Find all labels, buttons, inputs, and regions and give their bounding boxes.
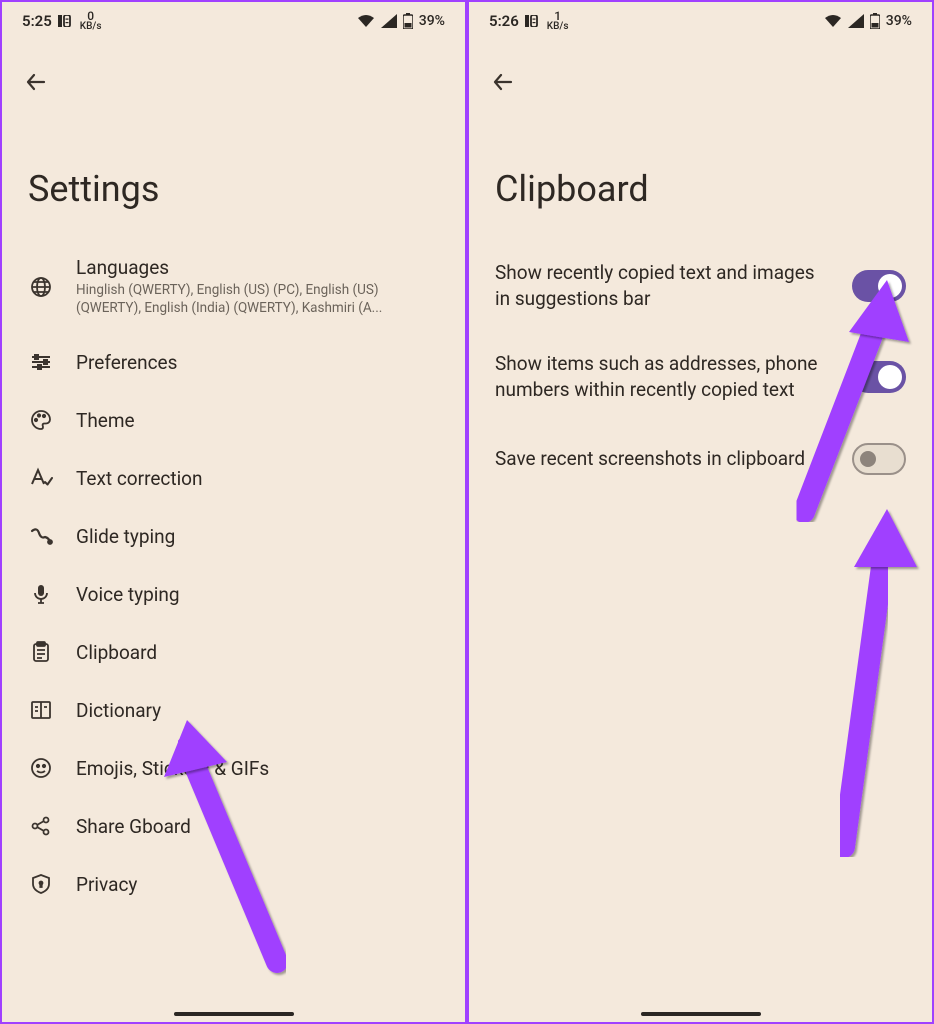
settings-item-share-gboard[interactable]: Share Gboard — [10, 797, 457, 855]
page-title: Settings — [2, 108, 465, 240]
battery-percent: 39% — [419, 13, 445, 29]
carrier-icon — [525, 15, 541, 27]
page-title: Clipboard — [469, 108, 932, 240]
settings-item-label: Preferences — [76, 351, 439, 374]
settings-item-label: Dictionary — [76, 699, 439, 722]
nav-handle[interactable] — [641, 1012, 761, 1016]
dictionary-icon — [28, 697, 54, 723]
option-label: Show recently copied text and images in … — [495, 260, 834, 311]
settings-item-label: Languages — [76, 256, 439, 279]
carrier-icon — [58, 15, 74, 27]
share-icon — [28, 813, 54, 839]
settings-item-clipboard[interactable]: Clipboard — [10, 623, 457, 681]
signal-icon — [848, 14, 864, 28]
status-clock: 5:26 — [489, 12, 519, 30]
clipboard-options-list: Show recently copied text and images in … — [469, 240, 932, 495]
back-button[interactable] — [487, 66, 519, 98]
phone-screenshot-left: 5:25 0 KB/s 39% Settings Languages — [0, 0, 467, 1024]
globe-icon — [28, 274, 54, 300]
settings-item-theme[interactable]: Theme — [10, 391, 457, 449]
settings-item-label: Theme — [76, 409, 439, 432]
settings-item-voice-typing[interactable]: Voice typing — [10, 565, 457, 623]
settings-item-dictionary[interactable]: Dictionary — [10, 681, 457, 739]
settings-item-preferences[interactable]: Preferences — [10, 333, 457, 391]
battery-icon — [870, 13, 880, 29]
battery-icon — [403, 13, 413, 29]
wifi-icon — [824, 14, 842, 28]
network-speed: 0 KB/s — [80, 10, 102, 32]
option-label: Show items such as addresses, phone numb… — [495, 351, 834, 402]
signal-icon — [381, 14, 397, 28]
mic-icon — [28, 581, 54, 607]
settings-list: Languages Hinglish (QWERTY), English (US… — [2, 240, 465, 913]
palette-icon — [28, 407, 54, 433]
settings-item-label: Text correction — [76, 467, 439, 490]
nav-handle[interactable] — [174, 1012, 294, 1016]
clipboard-option-show-recent[interactable]: Show recently copied text and images in … — [477, 240, 924, 331]
settings-item-label: Privacy — [76, 873, 439, 896]
toggle-switch[interactable] — [852, 270, 906, 302]
status-bar: 5:25 0 KB/s 39% — [2, 2, 465, 36]
settings-item-label: Clipboard — [76, 641, 439, 664]
settings-item-label: Voice typing — [76, 583, 439, 606]
back-button[interactable] — [20, 66, 52, 98]
clipboard-option-save-screenshots[interactable]: Save recent screenshots in clipboard — [477, 423, 924, 495]
settings-item-privacy[interactable]: Privacy — [10, 855, 457, 913]
settings-item-text-correction[interactable]: Text correction — [10, 449, 457, 507]
network-speed: 1 KB/s — [547, 10, 569, 32]
status-clock: 5:25 — [22, 12, 52, 30]
toggle-switch[interactable] — [852, 443, 906, 475]
text-correction-icon — [28, 465, 54, 491]
glide-icon — [28, 523, 54, 549]
annotation-arrow — [789, 497, 929, 857]
settings-item-label: Emojis, Stickers & GIFs — [76, 757, 439, 780]
wifi-icon — [357, 14, 375, 28]
status-bar: 5:26 1 KB/s 39% — [469, 2, 932, 36]
settings-item-languages[interactable]: Languages Hinglish (QWERTY), English (US… — [10, 240, 457, 333]
phone-screenshot-right: 5:26 1 KB/s 39% Clipboard Show recently … — [467, 0, 934, 1024]
shield-icon — [28, 871, 54, 897]
sliders-icon — [28, 349, 54, 375]
settings-item-emojis[interactable]: Emojis, Stickers & GIFs — [10, 739, 457, 797]
emoji-icon — [28, 755, 54, 781]
option-label: Save recent screenshots in clipboard — [495, 446, 834, 472]
toggle-switch[interactable] — [852, 361, 906, 393]
settings-item-subtitle: Hinglish (QWERTY), English (US) (PC), En… — [76, 281, 439, 317]
settings-item-label: Glide typing — [76, 525, 439, 548]
battery-percent: 39% — [886, 13, 912, 29]
settings-item-glide-typing[interactable]: Glide typing — [10, 507, 457, 565]
clipboard-option-show-items[interactable]: Show items such as addresses, phone numb… — [477, 331, 924, 422]
settings-item-label: Share Gboard — [76, 815, 439, 838]
clipboard-icon — [28, 639, 54, 665]
